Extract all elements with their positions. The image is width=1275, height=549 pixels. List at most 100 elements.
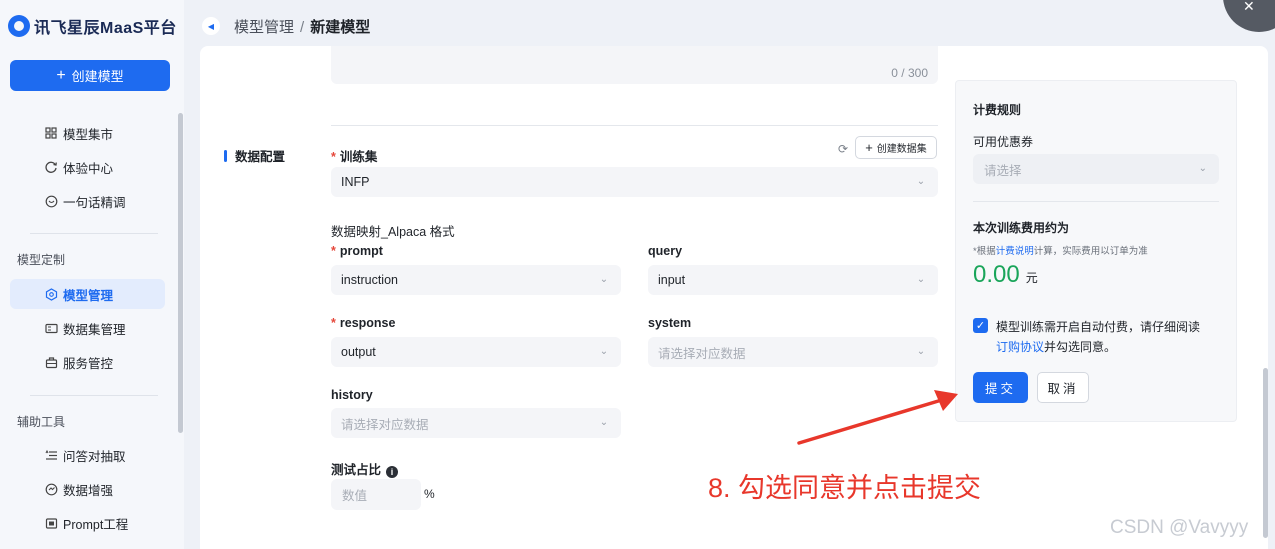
- back-button[interactable]: ◀: [202, 17, 220, 35]
- coupon-select[interactable]: 请选择 ⌄: [973, 154, 1219, 184]
- chevron-down-icon: ⌄: [1198, 163, 1207, 174]
- system-label: system: [648, 316, 692, 330]
- sidebar-item-service-control[interactable]: 服务管控: [10, 347, 165, 377]
- response-select[interactable]: output ⌄: [331, 337, 621, 367]
- query-select[interactable]: input ⌄: [648, 265, 938, 295]
- sidebar-item-label: 模型集市: [63, 127, 114, 142]
- section-title-data-config: 数据配置: [224, 146, 285, 165]
- description-textarea[interactable]: 0 / 300: [331, 46, 938, 84]
- create-model-button[interactable]: + 创建模型: [10, 60, 170, 91]
- submit-button[interactable]: 提交: [973, 372, 1028, 403]
- response-value: output: [341, 345, 376, 359]
- service-icon: [44, 355, 58, 369]
- cancel-button[interactable]: 取消: [1037, 372, 1089, 403]
- sidebar-item-label: 体验中心: [63, 161, 114, 176]
- logo-text: 讯飞星辰MaaS平台: [34, 20, 177, 37]
- sidebar: 讯飞星辰MaaS平台 + 创建模型 模型集市 体验中心 一句话精调 模型定制 模…: [0, 0, 184, 549]
- history-select[interactable]: 请选择对应数据 ⌄: [331, 408, 621, 438]
- plus-icon: +: [56, 66, 66, 84]
- history-placeholder: 请选择对应数据: [341, 417, 429, 432]
- cancel-label: 取消: [1047, 382, 1079, 396]
- cost-label: 本次训练费用约为: [973, 221, 1070, 235]
- query-value: input: [658, 273, 686, 287]
- char-counter: 0 / 300: [891, 66, 928, 80]
- test-ratio-input[interactable]: 数值: [331, 479, 421, 510]
- sidebar-item-label: 一句话精调: [63, 195, 126, 210]
- required-mark: *: [331, 316, 336, 330]
- prompt-label: * prompt: [331, 244, 383, 258]
- prompt-select[interactable]: instruction ⌄: [331, 265, 621, 295]
- sidebar-item-label: 数据增强: [63, 483, 114, 498]
- logo[interactable]: 讯飞星辰MaaS平台: [8, 14, 177, 38]
- sidebar-divider: [30, 233, 158, 234]
- create-dataset-label: 创建数据集: [876, 144, 927, 155]
- section-title-text: 数据配置: [235, 150, 286, 164]
- sidebar-item-prompt-engineering[interactable]: Prompt工程: [10, 508, 165, 538]
- section-marker: [224, 149, 227, 162]
- info-icon[interactable]: i: [386, 466, 399, 478]
- agree-text: 模型训练需开启自动付费，请仔细阅读 订购协议并勾选同意。: [996, 317, 1228, 357]
- coupon-placeholder: 请选择: [984, 163, 1022, 178]
- percent-unit: %: [424, 487, 435, 501]
- response-label: * response: [331, 316, 395, 330]
- train-set-label-text: 训练集: [339, 150, 378, 164]
- sidebar-divider: [30, 395, 158, 396]
- sidebar-item-data-enhance[interactable]: 数据增强: [10, 474, 165, 504]
- sidebar-item-experience[interactable]: 体验中心: [10, 152, 165, 182]
- sidebar-group-model-custom: 模型定制: [17, 253, 66, 267]
- create-dataset-button[interactable]: + 创建数据集: [855, 136, 937, 159]
- watermark: CSDN @Vavyyy: [1110, 517, 1249, 538]
- test-ratio-label: 测试占比 i: [331, 459, 399, 478]
- billing-divider: [973, 201, 1219, 202]
- history-label: history: [331, 388, 373, 402]
- test-ratio-label-text: 测试占比: [331, 463, 382, 477]
- price-unit: 元: [1025, 271, 1038, 285]
- prompt-label-text: prompt: [339, 244, 383, 258]
- annotation-text: 8. 勾选同意并点击提交: [708, 473, 982, 503]
- sidebar-item-qa-extraction[interactable]: 问答对抽取: [10, 440, 165, 470]
- mapping-title: 数据映射_Alpaca 格式: [331, 225, 455, 239]
- create-model-label: 创建模型: [71, 69, 124, 84]
- system-select[interactable]: 请选择对应数据 ⌄: [648, 337, 938, 367]
- top-header: ◀ 模型管理 / 新建模型: [184, 0, 1275, 52]
- breadcrumb-parent[interactable]: 模型管理: [234, 19, 294, 36]
- sidebar-item-dataset-management[interactable]: 数据集管理: [10, 313, 165, 343]
- price-display: 0.00 元: [973, 261, 1038, 289]
- sidebar-item-model-market[interactable]: 模型集市: [10, 118, 165, 148]
- submit-label: 提交: [984, 382, 1016, 396]
- price-value: 0.00: [973, 261, 1020, 288]
- refresh-icon[interactable]: ⟳: [836, 142, 850, 156]
- list-icon: [44, 448, 58, 462]
- annotation-arrow: [797, 390, 958, 445]
- agree-text-main: 模型训练需开启自动付费，请仔细阅读: [996, 320, 1201, 334]
- sidebar-item-model-management[interactable]: 模型管理: [10, 279, 165, 309]
- billing-note: *根据计费说明计算，实际费用以订单为准: [973, 243, 1148, 257]
- sidebar-scrollbar[interactable]: [178, 113, 183, 433]
- system-placeholder: 请选择对应数据: [658, 346, 746, 361]
- logo-icon: [8, 15, 30, 37]
- chevron-down-icon: ⌄: [599, 273, 609, 285]
- checkmark-icon: ✓: [975, 320, 986, 332]
- train-set-select[interactable]: INFP ⌄: [331, 167, 938, 197]
- billing-rules-link[interactable]: 计费说明: [996, 246, 1034, 257]
- required-mark: *: [331, 244, 336, 258]
- chevron-down-icon: ⌄: [916, 273, 926, 285]
- note-suffix: 计算，实际费用以订单为准: [1033, 246, 1148, 257]
- query-label: query: [648, 244, 683, 258]
- sidebar-group-tools: 辅助工具: [17, 415, 66, 429]
- main-scrollbar[interactable]: [1263, 368, 1268, 538]
- train-set-label: * 训练集: [331, 146, 377, 165]
- response-label-text: response: [339, 316, 396, 330]
- agree-checkbox[interactable]: ✓: [973, 318, 988, 333]
- coupon-label: 可用优惠券: [973, 135, 1034, 149]
- agree-text-suffix: 并勾选同意。: [1044, 340, 1117, 354]
- note-prefix: *根据: [973, 246, 996, 257]
- chevron-left-icon: ◀: [207, 21, 215, 31]
- sidebar-item-label: 数据集管理: [63, 322, 126, 337]
- purchase-agreement-link[interactable]: 订购协议: [996, 340, 1044, 354]
- required-mark: *: [331, 150, 336, 164]
- sidebar-item-label: 服务管控: [63, 356, 114, 371]
- enhance-icon: [44, 482, 58, 496]
- chat-icon: [44, 194, 58, 208]
- sidebar-item-one-sentence-tune[interactable]: 一句话精调: [10, 186, 165, 216]
